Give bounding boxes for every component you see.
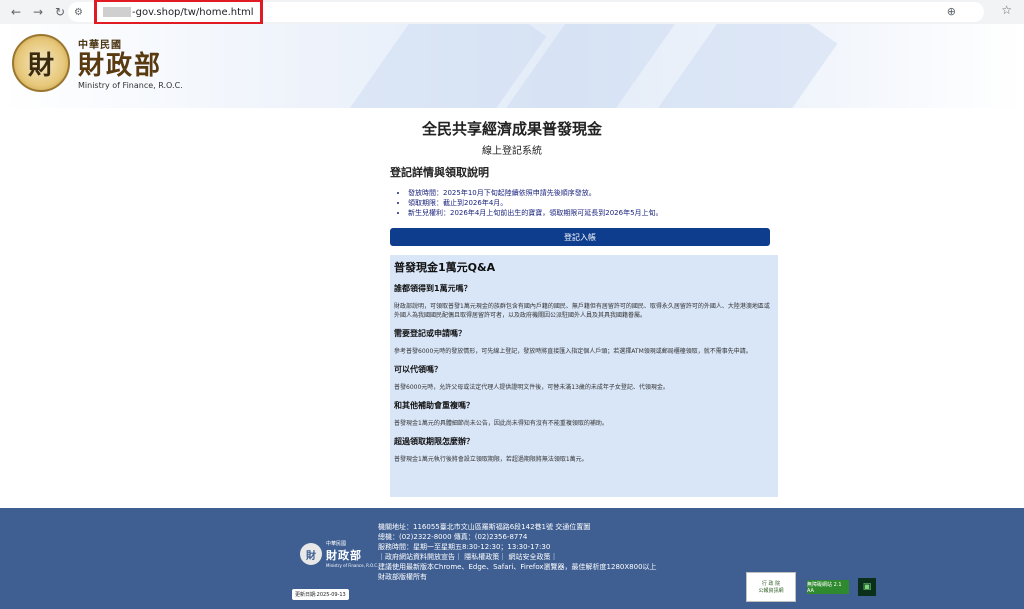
content-column: 登記詳情與領取說明 發放時間：2025年10月下旬起陸續依照申請先後順序發放。 … — [390, 164, 778, 497]
footer-seal-icon: 財 — [300, 543, 322, 565]
gazette-badge-bottom: 公報資訊網 — [758, 588, 784, 594]
qa-panel: 普發現金1萬元Q&A 誰都領得到1萬元嗎？ 財政部說明，可領取普發1萬元現金的族… — [390, 255, 778, 497]
address-bar[interactable]: ⚙ -gov.shop/tw/home.html ⊕ — [68, 0, 984, 25]
page-subtitle: 線上登記系統 — [482, 146, 542, 157]
browser-toolbar: ← → ↻ ⚙ -gov.shop/tw/home.html ⊕ ☆ — [0, 0, 1024, 25]
footer-browser-note: 建議使用最新版本Chrome、Edge、Safari、Firefox瀏覽器，最佳… — [378, 563, 657, 571]
footer-logo-country: 中華民國 — [326, 541, 347, 547]
bookmark-star-icon[interactable]: ☆ — [1001, 3, 1012, 17]
back-icon[interactable]: ← — [6, 2, 26, 22]
qa-question: 可以代領嗎？ — [394, 365, 442, 374]
section-title: 登記詳情與領取說明 — [390, 166, 489, 179]
logo-english-name: Ministry of Finance, R.O.C. — [78, 81, 183, 90]
ministry-logo[interactable]: 財 中華民國 財政部 Ministry of Finance, R.O.C. — [12, 34, 183, 92]
update-date-badge: 更新日期:2025-09-13 — [292, 589, 349, 600]
url-text[interactable]: -gov.shop/tw/home.html — [132, 7, 254, 18]
list-item: 發放時間：2025年10月下旬起陸續依照申請先後順序發放。 — [408, 188, 778, 198]
qa-answer: 財政部說明，可領取普發1萬元現金的族群包含有國內戶籍的國民、無戶籍但有居留許可的… — [394, 303, 770, 319]
header-banner: 財 中華民國 財政部 Ministry of Finance, R.O.C. — [0, 24, 1024, 108]
accessibility-badge[interactable]: 無障礙網站 2.1 AA — [807, 580, 849, 594]
site-info-icon[interactable]: ⚙ — [74, 7, 90, 18]
qa-question: 需要登記或申請嗎？ — [394, 329, 466, 338]
ministry-seal-icon: 財 — [12, 34, 70, 92]
qa-answer: 普發6000元時，允許父母或法定代理人提供證明文件後，可替未滿13歲的未成年子女… — [394, 384, 669, 391]
main-content: 全民共享經濟成果普發現金 線上登記系統 登記詳情與領取說明 發放時間：2025年… — [0, 108, 1024, 505]
qa-answer: 普發現金1萬元執行後將會設立領取期限，若超過期限將無法領取1萬元。 — [394, 456, 588, 463]
footer-copyright: 財政部版權所有 — [378, 573, 427, 581]
list-item: 新生兒權利：2026年4月上旬前出生的寶寶，領取期限可延長到2026年5月上旬。 — [408, 208, 778, 218]
qa-question: 和其他補助會重複嗎？ — [394, 401, 474, 410]
footer-hours: 服務時間：星期一至星期五8:30-12:30；13:30-17:30 — [378, 543, 551, 551]
site-footer: 財 中華民國 財政部 Ministry of Finance, R.O.C. 機… — [0, 508, 1024, 609]
qr-icon[interactable]: ▣ — [858, 578, 876, 596]
qa-question: 超過領取期限怎麼辦？ — [394, 437, 474, 446]
forward-icon[interactable]: → — [28, 2, 48, 22]
footer-policy-links[interactable]: ｜政府網站資料開放宣告｜ 隱私權政策｜ 網站安全政策｜ — [378, 552, 657, 562]
zoom-icon[interactable]: ⊕ — [947, 5, 956, 18]
url-redaction — [103, 7, 131, 17]
gazette-badge-top: 行 政 院 — [761, 581, 781, 587]
list-item: 領取期限：截止到2026年4月。 — [408, 198, 778, 208]
footer-logo-english: Ministry of Finance, R.O.C. — [326, 563, 379, 568]
qa-answer: 參考普發6000元時的發放情形，可先線上登記，發放時將直接匯入指定個人戶頭；若選… — [394, 348, 752, 355]
register-button[interactable]: 登記入帳 — [390, 228, 770, 246]
footer-logo-name: 財政部 — [326, 549, 362, 562]
footer-address[interactable]: 機關地址：116055臺北市文山區羅斯福路6段142巷1號 交通位置圖 — [378, 522, 657, 532]
gazette-badge[interactable]: 行 政 院 公報資訊網 — [746, 572, 796, 602]
footer-logo[interactable]: 財 中華民國 財政部 Ministry of Finance, R.O.C. — [300, 540, 378, 568]
logo-country: 中華民國 — [78, 40, 122, 51]
footer-info: 機關地址：116055臺北市文山區羅斯福路6段142巷1號 交通位置圖 總機：(… — [378, 522, 657, 582]
page-title: 全民共享經濟成果普發現金 — [421, 120, 602, 138]
qa-question: 誰都領得到1萬元嗎？ — [394, 284, 472, 293]
qa-answer: 普發現金1萬元的具體細節尚未公告，因此尚未得知有沒有不能重複領取的補助。 — [394, 420, 608, 427]
logo-ministry-name: 財政部 — [78, 51, 163, 81]
url-highlight-box: -gov.shop/tw/home.html — [94, 0, 263, 25]
qa-title: 普發現金1萬元Q&A — [394, 261, 496, 274]
info-list: 發放時間：2025年10月下旬起陸續依照申請先後順序發放。 領取期限：截止到20… — [390, 188, 778, 218]
reload-icon[interactable]: ↻ — [50, 2, 70, 22]
footer-phone: 總機：(02)2322-8000 傳真：(02)2356-8774 — [378, 533, 528, 541]
